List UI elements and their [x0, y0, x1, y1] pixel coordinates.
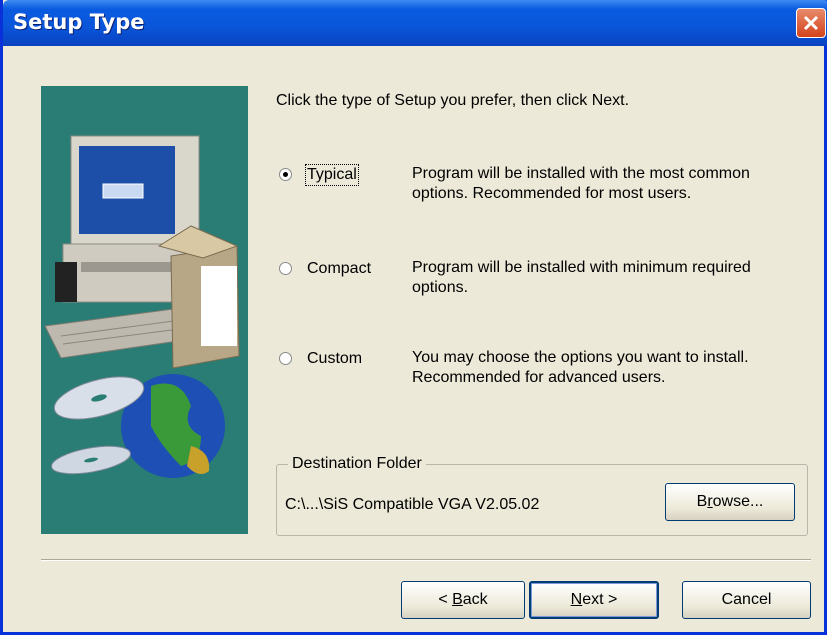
- custom-description: You may choose the options you want to i…: [412, 348, 812, 388]
- radio-custom-label[interactable]: Custom: [307, 350, 362, 368]
- custom-description-line2: Recommended for advanced users.: [412, 369, 666, 386]
- back-label-accel: B: [452, 591, 463, 608]
- destination-path: C:\...\SiS Compatible VGA V2.05.02: [285, 496, 540, 513]
- cancel-button[interactable]: Cancel: [682, 581, 811, 619]
- radio-compact-button[interactable]: [279, 262, 292, 275]
- typical-description: Program will be installed with the most …: [412, 164, 812, 204]
- radio-custom-button[interactable]: [279, 352, 292, 365]
- radio-compact-label[interactable]: Compact: [307, 260, 371, 278]
- back-label-pre: <: [438, 591, 453, 608]
- title-bar[interactable]: Setup Type: [3, 0, 827, 46]
- radio-typical-label[interactable]: Typical: [305, 164, 359, 186]
- close-icon: [803, 15, 819, 31]
- compact-description-line1: Program will be installed with minimum r…: [412, 259, 751, 276]
- compact-description-line2: options.: [412, 279, 469, 296]
- next-label-post: ext >: [582, 591, 618, 608]
- button-separator: [41, 559, 811, 561]
- close-button[interactable]: [796, 8, 826, 38]
- browse-button[interactable]: Browse...: [665, 483, 795, 521]
- back-button[interactable]: < Back: [401, 581, 525, 619]
- setup-illustration: [41, 86, 248, 534]
- custom-description-line1: You may choose the options you want to i…: [412, 349, 749, 366]
- computer-and-globe-icon: [44, 135, 240, 478]
- next-label-accel: N: [570, 591, 583, 608]
- window-title: Setup Type: [13, 10, 145, 34]
- browse-label-post: owse...: [712, 493, 764, 510]
- next-button[interactable]: Next >: [529, 581, 659, 619]
- typical-description-line2: options. Recommended for most users.: [412, 185, 692, 202]
- destination-group-label: Destination Folder: [288, 455, 426, 473]
- instruction-text: Click the type of Setup you prefer, then…: [276, 92, 630, 109]
- typical-description-line1: Program will be installed with the most …: [412, 165, 750, 182]
- browse-label-pre: B: [696, 493, 708, 510]
- back-label-post: ack: [462, 591, 488, 608]
- radio-typical-button[interactable]: [279, 168, 292, 181]
- setup-dialog: Setup Type Click the type of Setup you p…: [0, 0, 827, 635]
- compact-description: Program will be installed with minimum r…: [412, 258, 812, 298]
